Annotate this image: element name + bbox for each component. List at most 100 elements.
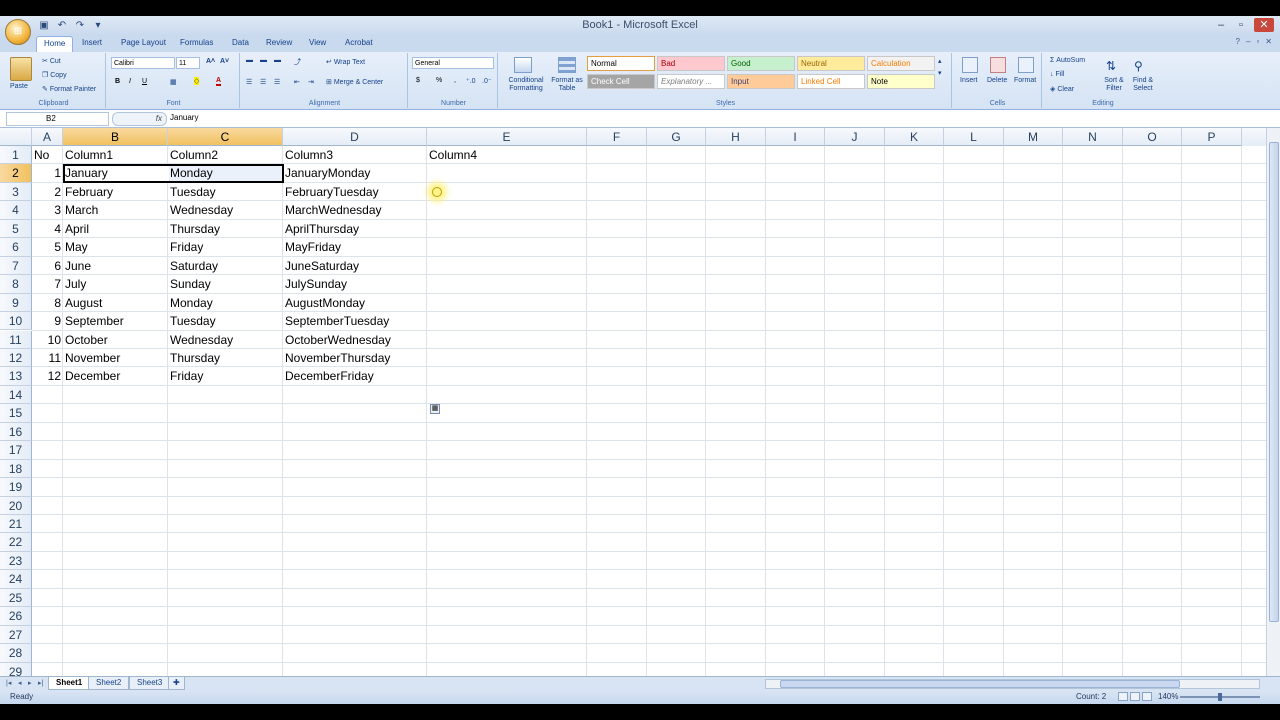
cell-b3[interactable]: February: [65, 183, 113, 201]
row-header-25[interactable]: 25: [0, 588, 32, 608]
column-header-m[interactable]: M: [1004, 128, 1063, 146]
cell-c7[interactable]: Saturday: [170, 257, 218, 275]
zoom-level[interactable]: 140%: [1158, 692, 1178, 701]
style-normal[interactable]: Normal: [587, 56, 655, 71]
column-header-o[interactable]: O: [1123, 128, 1182, 146]
tab-page-layout[interactable]: Page Layout: [121, 38, 166, 47]
format-cells-icon[interactable]: [1018, 57, 1034, 73]
cell-c10[interactable]: Tuesday: [170, 312, 216, 330]
row-header-18[interactable]: 18: [0, 459, 32, 479]
cell-b11[interactable]: October: [65, 331, 108, 349]
find-select-icon[interactable]: ⚲: [1134, 59, 1143, 73]
column-header-b[interactable]: B: [63, 128, 168, 146]
tab-home[interactable]: Home: [36, 36, 74, 52]
cell-d7[interactable]: JuneSaturday: [285, 257, 359, 275]
delete-cells-icon[interactable]: [990, 57, 1006, 73]
ribbon-minimize-icon[interactable]: –: [1246, 37, 1250, 46]
cell-a13[interactable]: 12: [32, 367, 63, 385]
style-good[interactable]: Good: [727, 56, 795, 71]
style-input[interactable]: Input: [727, 74, 795, 89]
cell-d11[interactable]: OctoberWednesday: [285, 331, 391, 349]
horizontal-scrollbar[interactable]: [765, 679, 1260, 689]
cell-a4[interactable]: 3: [32, 201, 63, 219]
horizontal-scroll-thumb[interactable]: [780, 680, 1180, 688]
cell-c8[interactable]: Sunday: [170, 275, 211, 293]
cell-c4[interactable]: Wednesday: [170, 201, 233, 219]
cell-c6[interactable]: Friday: [170, 238, 203, 256]
column-header-f[interactable]: F: [587, 128, 647, 146]
cell-d13[interactable]: DecemberFriday: [285, 367, 374, 385]
sort-filter-button[interactable]: Sort & Filter: [1100, 77, 1128, 93]
cell-a7[interactable]: 6: [32, 257, 63, 275]
first-sheet-icon[interactable]: |◂: [6, 679, 11, 687]
cell-c11[interactable]: Wednesday: [170, 331, 233, 349]
gallery-scroll-down-icon[interactable]: ▾: [938, 69, 942, 77]
sheet-tab-sheet3[interactable]: Sheet3: [129, 677, 171, 690]
style-check-cell[interactable]: Check Cell: [587, 74, 655, 89]
cut-button[interactable]: ✂ Cut: [42, 57, 61, 65]
cell-b10[interactable]: September: [65, 312, 124, 330]
sort-filter-icon[interactable]: ⇅: [1106, 59, 1116, 73]
row-header-6[interactable]: 6: [0, 238, 32, 257]
row-header-13[interactable]: 13: [0, 367, 32, 386]
row-header-14[interactable]: 14: [0, 385, 32, 405]
column-header-j[interactable]: J: [825, 128, 885, 146]
row-header-19[interactable]: 19: [0, 478, 32, 497]
row-header-26[interactable]: 26: [0, 607, 32, 626]
row-header-12[interactable]: 12: [0, 348, 32, 368]
maximize-button[interactable]: ▫: [1234, 18, 1248, 32]
row-header-24[interactable]: 24: [0, 570, 32, 589]
row-header-5[interactable]: 5: [0, 219, 32, 239]
normal-view-icon[interactable]: [1118, 692, 1128, 701]
conditional-formatting-button[interactable]: Conditional Formatting: [504, 77, 548, 93]
row-header-3[interactable]: 3: [0, 182, 32, 202]
column-header-d[interactable]: D: [283, 128, 427, 146]
format-button[interactable]: Format: [1014, 77, 1036, 84]
row-header-11[interactable]: 11: [0, 330, 32, 349]
cell-b2[interactable]: January: [65, 164, 108, 182]
help-icon[interactable]: ?: [1236, 37, 1240, 46]
row-header-8[interactable]: 8: [0, 275, 32, 294]
cell-c3[interactable]: Tuesday: [170, 183, 216, 201]
cell-a2[interactable]: 1: [32, 164, 63, 182]
row-header-16[interactable]: 16: [0, 422, 32, 442]
decrease-indent-icon[interactable]: ⇤: [294, 78, 300, 86]
cell-b6[interactable]: May: [65, 238, 88, 256]
formula-input[interactable]: January: [170, 113, 198, 122]
cell-a12[interactable]: 11: [32, 349, 63, 367]
tab-view[interactable]: View: [309, 38, 326, 47]
comma-icon[interactable]: ,: [454, 77, 456, 84]
font-size-select[interactable]: 11: [176, 57, 200, 69]
row-header-21[interactable]: 21: [0, 515, 32, 534]
cell-a6[interactable]: 5: [32, 238, 63, 256]
align-top-icon[interactable]: ▬: [246, 57, 253, 64]
vertical-scrollbar[interactable]: [1266, 128, 1280, 691]
number-format-select[interactable]: General: [412, 57, 494, 69]
office-button[interactable]: ⊞: [5, 19, 31, 45]
column-header-a[interactable]: A: [32, 128, 63, 146]
decrease-decimal-icon[interactable]: .0⁻: [482, 77, 492, 85]
copy-button[interactable]: ❐ Copy: [42, 71, 67, 79]
cell-a10[interactable]: 9: [32, 312, 63, 330]
zoom-slider-knob[interactable]: [1218, 693, 1222, 701]
currency-icon[interactable]: $: [416, 77, 420, 84]
align-center-icon[interactable]: ☰: [260, 78, 266, 86]
increase-decimal-icon[interactable]: ⁺.0: [466, 77, 476, 85]
cell-a11[interactable]: 10: [32, 331, 63, 349]
row-header-15[interactable]: 15: [0, 404, 32, 423]
column-header-e[interactable]: E: [427, 128, 587, 146]
style-calculation[interactable]: Calculation: [867, 56, 935, 71]
cell-d4[interactable]: MarchWednesday: [285, 201, 382, 219]
cell-a8[interactable]: 7: [32, 275, 63, 293]
insert-function-icon[interactable]: fx: [112, 112, 167, 126]
select-all-corner[interactable]: [0, 128, 32, 146]
fill-color-icon[interactable]: ◇: [194, 77, 200, 85]
orientation-icon[interactable]: ⤴: [294, 57, 301, 67]
cell-b8[interactable]: July: [65, 275, 86, 293]
font-name-select[interactable]: Calibri: [111, 57, 175, 69]
row-header-27[interactable]: 27: [0, 625, 32, 645]
row-header-1[interactable]: 1: [0, 146, 32, 165]
cell-a9[interactable]: 8: [32, 294, 63, 312]
cell-d8[interactable]: JulySunday: [285, 275, 347, 293]
ribbon-close-icon[interactable]: ✕: [1265, 37, 1272, 46]
